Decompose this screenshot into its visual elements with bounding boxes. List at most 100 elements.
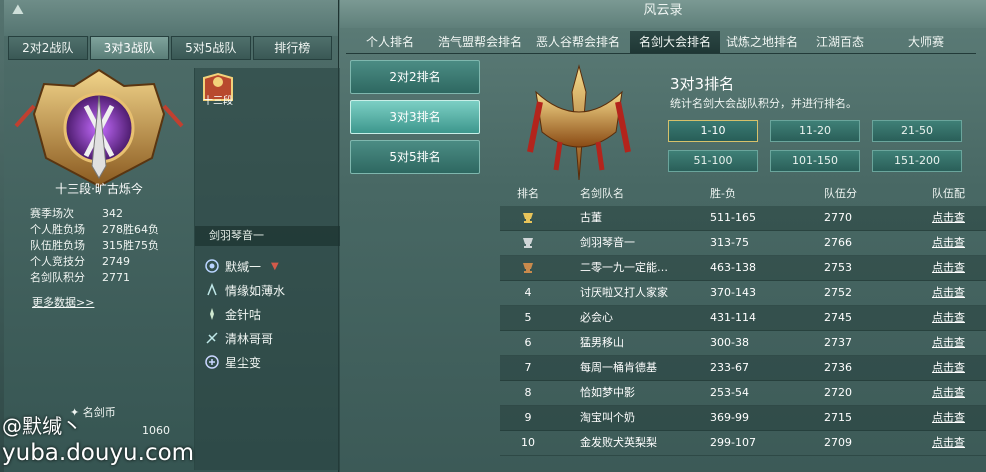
view-team-link[interactable]: 点击查 xyxy=(932,381,986,405)
tab-eren-guild-rank[interactable]: 恶人谷帮会排名 xyxy=(526,31,630,54)
silver-cup-icon xyxy=(500,231,556,255)
table-row: 10 金发败犬英梨梨 299-107 2709 点击查 xyxy=(500,431,986,456)
team-name-cell: 必会心 xyxy=(580,311,613,324)
win-loss-cell: 300-38 xyxy=(710,336,749,349)
table-row: 9 淘宝叫个奶 369-99 2715 点击查 xyxy=(500,406,986,431)
member-name: 默缄一 xyxy=(225,259,262,274)
stat-label: 名剑队积分 xyxy=(30,271,85,284)
view-team-link[interactable]: 点击查 xyxy=(932,431,986,455)
tab-master-match[interactable]: 大师赛 xyxy=(876,31,976,54)
stat-row: 名剑队积分 2771 xyxy=(30,270,190,286)
win-loss-cell: 370-143 xyxy=(710,286,756,299)
member-name: 清林哥哥 xyxy=(225,331,274,346)
bronze-cup-icon xyxy=(500,256,556,280)
sword-coin-value: 1060 xyxy=(142,424,170,437)
win-loss-cell: 463-138 xyxy=(710,261,756,274)
range-button[interactable]: 51-100 xyxy=(668,150,758,172)
ranking-tabs: 个人排名 浩气盟帮会排名 恶人谷帮会排名 名剑大会排名 试炼之地排名 江湖百态 … xyxy=(346,31,986,54)
member-item[interactable]: 金针咕 xyxy=(205,302,335,326)
team-name-cell: 剑羽琴音一 xyxy=(580,236,635,249)
tab-haoqi-guild-rank[interactable]: 浩气盟帮会排名 xyxy=(434,31,526,54)
ranking-window: 风云录 个人排名 浩气盟帮会排名 恶人谷帮会排名 名剑大会排名 试炼之地排名 江… xyxy=(340,0,986,472)
team-score-cell: 2752 xyxy=(824,286,852,299)
win-loss-cell: 511-165 xyxy=(710,211,756,224)
stat-label: 队伍胜负场 xyxy=(30,239,85,252)
class-icon xyxy=(207,283,217,296)
range-button[interactable]: 101-150 xyxy=(770,150,860,172)
more-data-link[interactable]: 更多数据>> xyxy=(32,294,94,310)
tab-leaderboard[interactable]: 排行榜 xyxy=(252,36,332,60)
tab-jianghu[interactable]: 江湖百态 xyxy=(804,31,876,54)
rank-emblem-icon xyxy=(14,68,184,188)
member-item[interactable]: 情缘如薄水 xyxy=(205,278,335,302)
team-score-cell: 2745 xyxy=(824,311,852,324)
view-team-link[interactable]: 点击查 xyxy=(932,206,986,230)
team-mode-tabs: 2对2战队 3对3战队 5对5战队 排行榜 xyxy=(8,36,334,60)
member-list: 默缄一 ▼ 情缘如薄水 金针咕 清林哥哥 星尘变 xyxy=(205,254,335,374)
win-loss-cell: 431-114 xyxy=(710,311,756,324)
view-team-link[interactable]: 点击查 xyxy=(932,231,986,255)
leader-flag-icon: ▼ xyxy=(271,260,279,272)
tab-arena-rank[interactable]: 名剑大会排名 xyxy=(630,31,720,54)
team-name-cell: 讨厌啦又打人家家 xyxy=(580,286,668,299)
team-score-cell: 2753 xyxy=(824,261,852,274)
win-loss-cell: 313-75 xyxy=(710,236,749,249)
rank-number: 8 xyxy=(524,386,532,399)
watermark-user: @默缄丶 xyxy=(2,414,82,438)
tab-personal-rank[interactable]: 个人排名 xyxy=(346,31,434,54)
class-icon xyxy=(205,259,219,273)
view-team-link[interactable]: 点击查 xyxy=(932,306,986,330)
class-icon xyxy=(205,355,219,369)
mode-description: 统计名剑大会战队积分，并进行排名。 xyxy=(670,97,857,110)
stat-value: 315胜75负 xyxy=(102,239,159,252)
view-team-link[interactable]: 点击查 xyxy=(932,406,986,430)
win-loss-cell: 369-99 xyxy=(710,411,749,424)
window-title: 风云录 xyxy=(340,0,986,28)
stat-value: 342 xyxy=(102,207,123,220)
team-score-cell: 2770 xyxy=(824,211,852,224)
table-row: 6 猛男移山 300-38 2737 点击查 xyxy=(500,331,986,356)
nav-3v3-rank[interactable]: 3对3排名 xyxy=(350,100,480,134)
rank-number: 6 xyxy=(524,336,532,349)
tab-2v2-team[interactable]: 2对2战队 xyxy=(8,36,88,60)
win-loss-cell: 253-54 xyxy=(710,386,749,399)
team-name-cell: 古董 xyxy=(580,211,602,224)
tab-3v3-team[interactable]: 3对3战队 xyxy=(89,36,169,60)
tab-5v5-team[interactable]: 5对5战队 xyxy=(171,36,251,60)
stat-row: 个人胜负场 278胜64负 xyxy=(30,222,190,238)
ranking-table: 古董 511-165 2770 点击查 剑羽琴音一 313-75 2766 点击查 二零一九一定… xyxy=(500,206,986,456)
team-score-cell: 2709 xyxy=(824,436,852,449)
team-name-cell: 淘宝叫个奶 xyxy=(580,411,635,424)
team-name-cell: 每周一桶肯德基 xyxy=(580,361,657,374)
member-item[interactable]: 星尘变 xyxy=(205,350,335,374)
team-name: 剑羽琴音一 xyxy=(195,226,341,246)
range-button[interactable]: 1-10 xyxy=(668,120,758,142)
nav-5v5-rank[interactable]: 5对5排名 xyxy=(350,140,480,174)
range-button[interactable]: 151-200 xyxy=(872,150,962,172)
game-logo-icon: ⛰ xyxy=(12,2,24,18)
nav-2v2-rank[interactable]: 2对2排名 xyxy=(350,60,480,94)
team-score-cell: 2715 xyxy=(824,411,852,424)
range-button[interactable]: 11-20 xyxy=(770,120,860,142)
member-item[interactable]: 清林哥哥 xyxy=(205,326,335,350)
view-team-link[interactable]: 点击查 xyxy=(932,281,986,305)
table-row: 二零一九一定能… 463-138 2753 点击查 xyxy=(500,256,986,281)
view-team-link[interactable]: 点击查 xyxy=(932,331,986,355)
tab-trial-rank[interactable]: 试炼之地排名 xyxy=(720,31,804,54)
rank-badge-label: 十三段 xyxy=(203,96,233,107)
member-item[interactable]: 默缄一 ▼ xyxy=(205,254,335,278)
view-team-link[interactable]: 点击查 xyxy=(932,356,986,380)
gold-cup-icon xyxy=(500,206,556,230)
header-team-name: 名剑队名 xyxy=(580,187,624,200)
range-button[interactable]: 21-50 xyxy=(872,120,962,142)
team-name-cell: 金发败犬英梨梨 xyxy=(580,436,657,449)
ranking-table-header: 排名 名剑队名 胜-负 队伍分 队伍配 xyxy=(500,184,986,204)
class-icon xyxy=(206,332,218,344)
class-icon xyxy=(210,308,214,320)
view-team-link[interactable]: 点击查 xyxy=(932,256,986,280)
team-info-panel: ⛰ 2对2战队 3对3战队 5对5战队 排行榜 十三段·旷古烁今 赛季场次 34… xyxy=(4,0,341,472)
bracket-nav: 2对2排名 3对3排名 5对5排名 xyxy=(350,60,482,180)
rank-range-selector: 1-10 11-20 21-50 51-100 101-150 151-200 xyxy=(668,120,964,172)
win-loss-cell: 299-107 xyxy=(710,436,756,449)
table-row: 古董 511-165 2770 点击查 xyxy=(500,206,986,231)
